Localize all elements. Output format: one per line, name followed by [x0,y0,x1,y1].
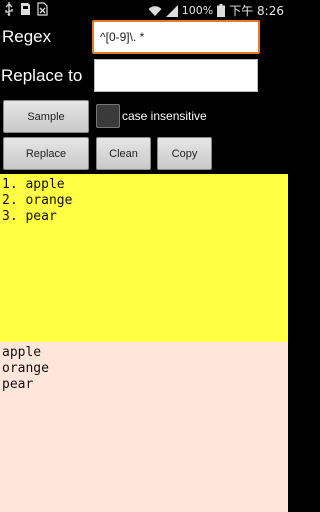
replace-input[interactable] [94,59,258,92]
replace-button[interactable]: Replace [3,137,89,170]
regex-label: Regex [2,27,52,46]
battery-icon [217,4,226,17]
replace-label: Replace to [1,66,83,85]
status-bar: 100% 下午 8:26 [0,0,288,20]
output-text-area[interactable]: apple orange pear [0,342,288,512]
signal-icon [165,4,178,17]
input-text-area[interactable]: 1. apple 2. orange 3. pear [0,174,288,342]
regex-input[interactable]: ^[0-9]\. * [92,20,260,54]
sim-off-icon [37,2,48,16]
usb-icon [5,2,13,16]
case-insensitive-label: case insensitive [122,109,207,123]
sd-card-icon [21,3,30,15]
output-line: pear [2,377,34,392]
battery-percent: 100% [181,4,214,17]
output-line: orange [2,361,49,376]
input-line: 2. orange [2,193,73,208]
copy-button[interactable]: Copy [157,137,212,170]
input-line: 3. pear [2,209,57,224]
clean-button[interactable]: Clean [96,137,151,170]
clock: 下午 8:26 [229,4,284,18]
wifi-icon [148,5,162,16]
input-line: 1. apple [2,177,65,192]
case-insensitive-checkbox[interactable] [96,104,120,128]
output-line: apple [2,345,42,360]
sample-button[interactable]: Sample [3,100,89,133]
